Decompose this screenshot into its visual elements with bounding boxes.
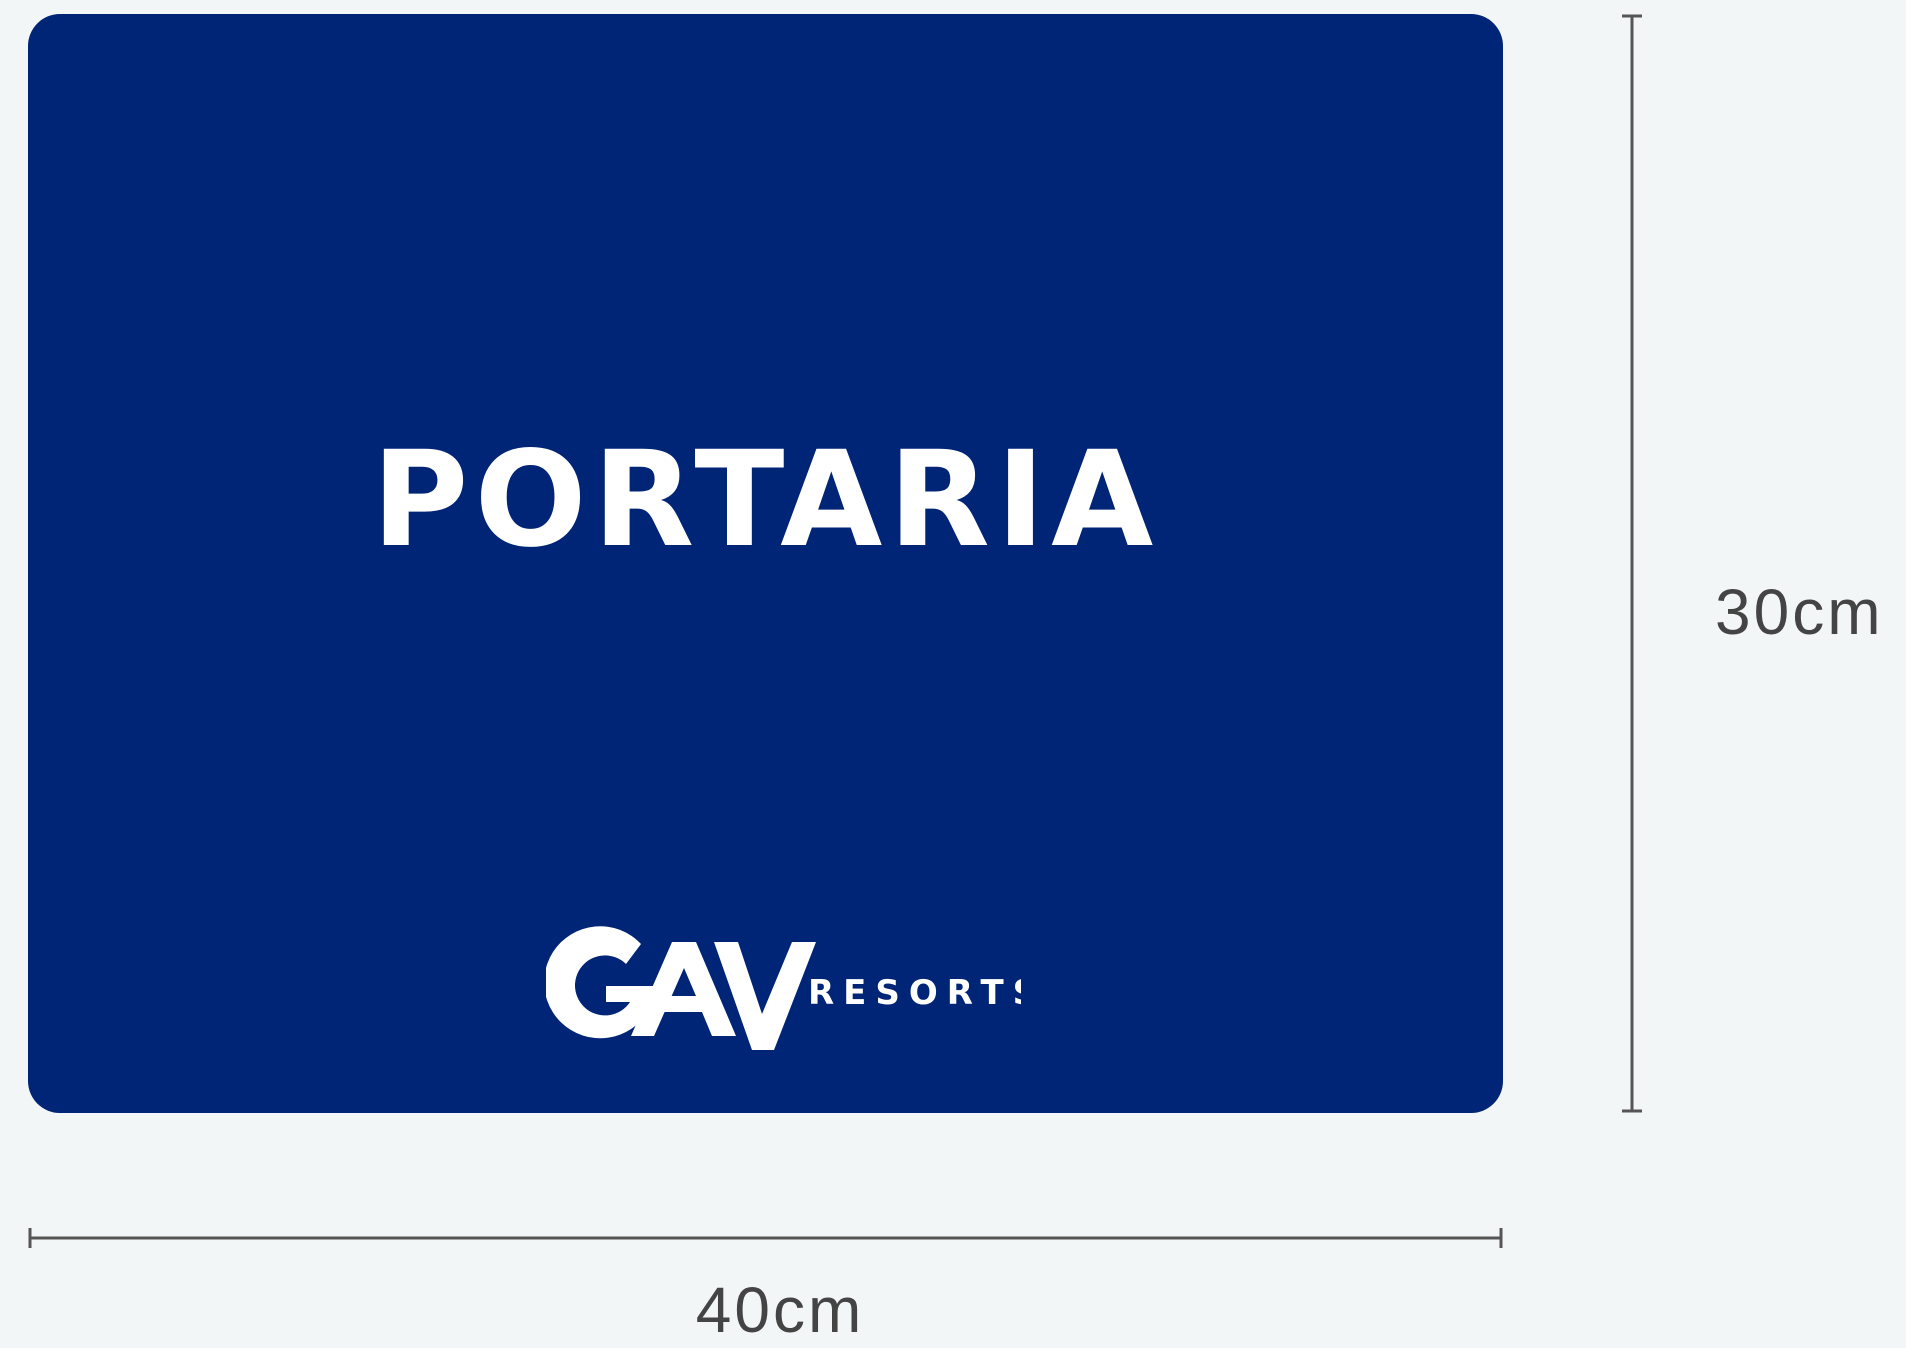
height-label: 30cm (1715, 576, 1884, 648)
width-label: 40cm (695, 1274, 865, 1346)
sign-title: PORTARIA (371, 423, 1160, 577)
logo-wordmark: RESORTS (808, 973, 1021, 1013)
gav-resorts-logo: RESORTS (546, 926, 1021, 1050)
width-dimension-line (28, 1228, 1503, 1248)
sign-plate: PORTARIA RESORTS (28, 14, 1503, 1113)
height-dimension-line (1622, 14, 1642, 1113)
